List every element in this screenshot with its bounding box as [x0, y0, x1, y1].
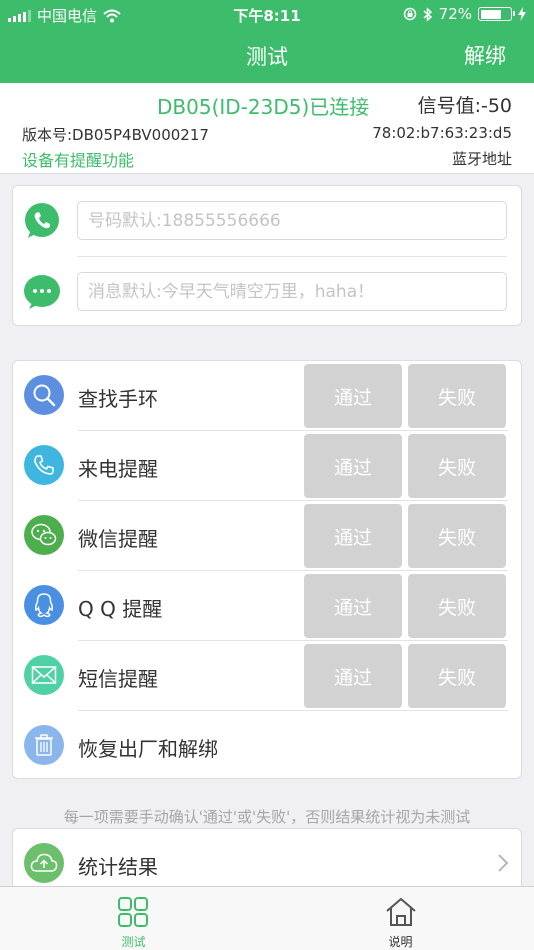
mac-address: 78:02:b7:63:23:d5: [372, 124, 512, 142]
fail-button[interactable]: 失败: [408, 434, 506, 498]
fail-button[interactable]: 失败: [408, 644, 506, 708]
chat-bubble-icon: [24, 275, 60, 309]
statistics-label: 统计结果: [78, 855, 158, 879]
input-card: [12, 185, 522, 326]
test-row-find-band: 查找手环 通过 失败: [13, 361, 521, 431]
test-icon-circle: [24, 725, 64, 765]
test-label: Q Q 提醒: [78, 597, 163, 621]
test-label: 短信提醒: [78, 667, 158, 691]
charging-icon: [518, 7, 526, 21]
wechat-icon: [31, 523, 57, 546]
reminder-feature-text: 设备有提醒功能: [22, 151, 135, 170]
message-input[interactable]: [77, 272, 507, 311]
phone-row: [13, 186, 521, 257]
tab-test-label: 测试: [121, 935, 146, 949]
test-label: 来电提醒: [78, 457, 158, 481]
qq-icon: [34, 593, 54, 618]
bluetooth-address-label: 蓝牙地址: [451, 150, 512, 168]
firmware-version: 版本号:DB05P4BV000217: [22, 126, 209, 144]
grid-icon: [118, 897, 148, 927]
battery-icon: [478, 7, 515, 21]
tab-test[interactable]: 测试: [0, 887, 267, 950]
pass-button[interactable]: 通过: [304, 504, 402, 568]
signal-value: 信号值:-50: [417, 95, 512, 117]
test-row-wechat-reminder: 微信提醒 通过 失败: [13, 501, 521, 571]
pass-button[interactable]: 通过: [304, 644, 402, 708]
tab-instructions-label: 说明: [388, 935, 413, 949]
bluetooth-icon: [423, 6, 432, 22]
connection-status: DB05(ID-23D5)已连接: [157, 95, 370, 119]
envelope-icon: [31, 666, 57, 684]
orientation-lock-icon: [403, 7, 416, 21]
instruction-note: 每一项需要手动确认'通过'或'失败'，否则结果统计视为未测试: [63, 808, 471, 826]
test-icon-circle: [24, 655, 64, 695]
test-icon-circle: [24, 375, 64, 415]
page-title: 测试: [246, 45, 288, 69]
trash-icon: [35, 734, 53, 756]
pass-button[interactable]: 通过: [304, 434, 402, 498]
phone-icon: [34, 455, 54, 475]
test-row-qq-reminder: Q Q 提醒 通过 失败: [13, 571, 521, 641]
test-label: 查找手环: [78, 387, 158, 411]
status-bar: 中国电信 下午8:11 72%: [0, 0, 534, 28]
test-icon-circle: [24, 445, 64, 485]
pass-button[interactable]: 通过: [304, 364, 402, 428]
search-icon: [33, 384, 56, 407]
test-icon-circle: [24, 585, 64, 625]
test-items-card: 查找手环 通过 失败 来电提醒 通过 失败 微信提醒 通过 失败 Q Q 提醒 …: [12, 360, 522, 779]
pass-button[interactable]: 通过: [304, 574, 402, 638]
tab-instructions[interactable]: 说明: [267, 887, 534, 950]
test-label: 微信提醒: [78, 527, 158, 551]
whatsapp-phone-icon: [25, 203, 59, 238]
test-row-sms-reminder: 短信提醒 通过 失败: [13, 641, 521, 711]
navigation-bar: 测试 解绑: [0, 28, 534, 83]
home-icon: [386, 898, 416, 926]
unbind-button[interactable]: 解绑: [464, 40, 506, 70]
message-row: [13, 257, 521, 327]
phone-number-input[interactable]: [77, 201, 507, 240]
stats-icon-circle: [24, 843, 64, 883]
fail-button[interactable]: 失败: [408, 504, 506, 568]
factory-reset-unbind-row[interactable]: 恢复出厂和解绑: [13, 711, 521, 781]
fail-button[interactable]: 失败: [408, 574, 506, 638]
fail-button[interactable]: 失败: [408, 364, 506, 428]
chevron-right-icon: [498, 854, 509, 872]
status-right: 72%: [403, 5, 526, 23]
tab-bar: 测试 说明: [0, 886, 534, 950]
upload-cloud-icon: [30, 853, 58, 872]
device-info-panel: DB05(ID-23D5)已连接 信号值:-50 版本号:DB05P4BV000…: [0, 83, 534, 174]
battery-percent: 72%: [438, 5, 472, 23]
test-icon-circle: [24, 515, 64, 555]
test-label: 恢复出厂和解绑: [78, 737, 218, 761]
test-row-call-reminder: 来电提醒 通过 失败: [13, 431, 521, 501]
